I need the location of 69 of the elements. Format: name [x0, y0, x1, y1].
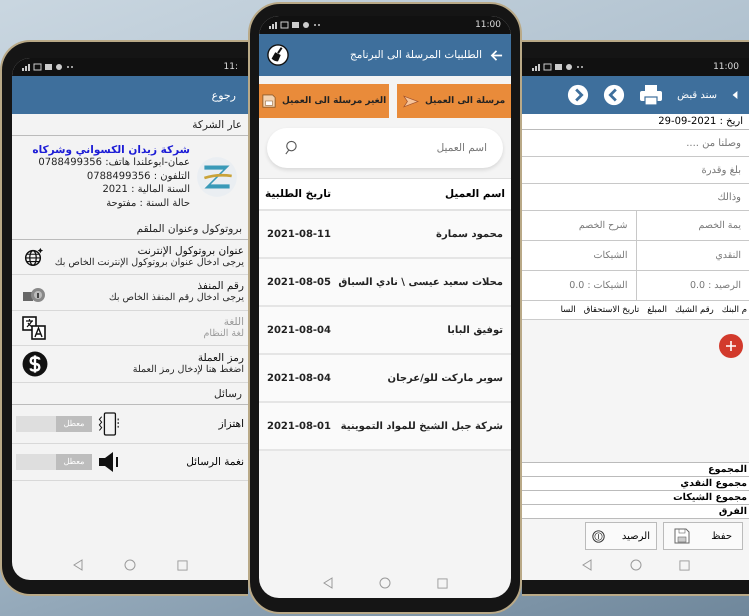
- company-info: السنة المالية : 2021: [101, 183, 190, 196]
- form-field[interactable]: الشيكات: [522, 241, 636, 271]
- settings-item[interactable]: رمز العملة اضغط هنا لإدخال رمز العملة: [12, 346, 248, 384]
- translate-icon: [22, 316, 46, 340]
- search-field[interactable]: اسم العميل: [267, 128, 503, 168]
- form-field[interactable]: وصلنا من ....: [522, 130, 749, 157]
- back-link[interactable]: رجوع: [212, 88, 236, 102]
- form-field[interactable]: الشيكات : 0.0: [522, 271, 636, 301]
- logo-icon: [196, 156, 238, 198]
- column-header: المبلغ: [647, 305, 667, 315]
- form-field[interactable]: الرصيد : 0.0: [636, 271, 749, 301]
- section-title: عار الشركة: [12, 114, 248, 136]
- form-field[interactable]: شرح الخصم: [522, 211, 636, 241]
- back-nav-icon[interactable]: [322, 577, 334, 589]
- action-button[interactable]: الرصيد: [585, 522, 657, 550]
- total-row: مجموع الشيكات: [522, 490, 749, 504]
- company-info: حالة السنة : مفتوحة: [105, 196, 190, 210]
- home-nav-icon[interactable]: [124, 559, 136, 571]
- add-icon[interactable]: [719, 334, 743, 358]
- total-row: الفرق: [522, 504, 749, 518]
- form-field[interactable]: بلغ وقدرة: [522, 157, 749, 184]
- filter-button[interactable]: الغير مرسلة الى العميل: [259, 84, 390, 118]
- next-icon[interactable]: [567, 84, 590, 106]
- section-title: رسائل: [12, 383, 248, 406]
- total-row: المجموع: [522, 462, 749, 476]
- back-arrow-icon[interactable]: [731, 89, 739, 101]
- column-header: تاريخ الاستحقاق: [584, 305, 640, 315]
- settings-item[interactable]: رقم المنفذ يرجى ادخال رقم المنفذ الخاص بك: [12, 275, 248, 311]
- status-time: 11:: [224, 62, 238, 72]
- company-info: عمان-ابوعلندا هاتف: 0788499356: [37, 156, 190, 170]
- search-icon: [283, 140, 298, 155]
- dollar-icon: [22, 351, 48, 378]
- section-title: بروتوكول وعنوان الملقم: [12, 218, 248, 240]
- recent-apps-icon[interactable]: [437, 578, 448, 588]
- column-header: اسم العميل: [445, 188, 505, 200]
- print-icon[interactable]: [639, 84, 664, 106]
- home-nav-icon[interactable]: [630, 559, 642, 571]
- screen-title: سند قبض: [677, 90, 717, 100]
- recent-apps-icon[interactable]: [679, 560, 690, 570]
- column-header: تاريخ الطلبية: [265, 188, 332, 200]
- action-button[interactable]: حفظ: [663, 522, 743, 550]
- home-nav-icon[interactable]: [379, 577, 392, 589]
- column-header: رقم الشيك: [674, 305, 714, 315]
- receipt-date: اريخ : 2021-09-29: [522, 114, 749, 130]
- setting-label: اهتزاز: [217, 418, 244, 430]
- globe-icon: [22, 246, 44, 268]
- setting-label: نغمة الرسائل: [185, 456, 244, 468]
- total-row: مجموع النقدي: [522, 476, 749, 490]
- coin-icon: [592, 530, 605, 542]
- company-name: شركة زيدان الكسواني وشركاه: [31, 144, 190, 156]
- vibrate-icon: [98, 411, 120, 438]
- back-nav-icon[interactable]: [580, 559, 593, 571]
- status-time: 11:00: [713, 62, 739, 72]
- form-field[interactable]: النقدي: [636, 241, 749, 271]
- settings-item[interactable]: عنوان بروتوكول الإنترنت يرجى ادخال عنوان بروتوكول الإنترنت الخاص بك: [12, 240, 248, 276]
- recent-apps-icon[interactable]: [176, 560, 188, 570]
- column-header: السا: [560, 305, 576, 315]
- form-field[interactable]: وذالك: [522, 184, 749, 211]
- form-field[interactable]: يمة الخصم: [636, 211, 749, 241]
- send-icon: [402, 94, 419, 108]
- screen-title: الطلبيات المرسلة الى البرنامج: [349, 49, 482, 61]
- filter-button[interactable]: مرسلة الى العميل: [397, 84, 511, 118]
- company-info: التلفون : 0788499356: [86, 170, 190, 183]
- previous-icon[interactable]: [603, 84, 626, 106]
- column-header: م البنك: [722, 305, 747, 315]
- back-arrow-icon[interactable]: [490, 48, 503, 62]
- broom-icon[interactable]: [267, 44, 289, 66]
- back-nav-icon[interactable]: [72, 559, 84, 571]
- status-time: 11:00: [475, 20, 501, 30]
